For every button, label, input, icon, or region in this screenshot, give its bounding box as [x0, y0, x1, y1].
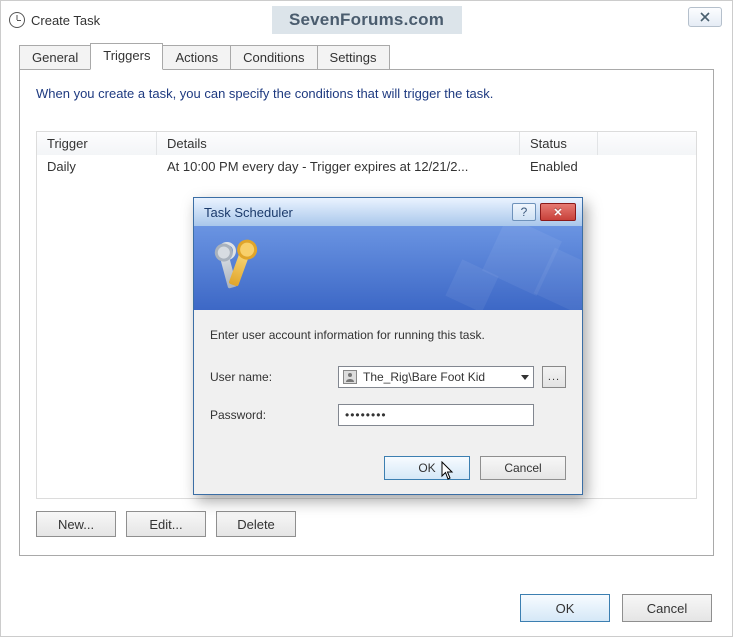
tab-actions[interactable]: Actions: [162, 45, 231, 70]
col-trigger[interactable]: Trigger: [37, 132, 157, 155]
mouse-cursor-icon: [441, 461, 455, 481]
dialog-title: Task Scheduler: [200, 205, 512, 220]
dialog-cancel-button[interactable]: Cancel: [480, 456, 566, 480]
footer-buttons: OK Cancel: [520, 594, 712, 622]
password-row: Password: ••••••••: [210, 404, 566, 426]
cell-trigger: Daily: [37, 155, 157, 178]
col-spacer: [598, 132, 696, 155]
password-label: Password:: [210, 408, 330, 422]
cell-status: Enabled: [520, 155, 598, 178]
col-status[interactable]: Status: [520, 132, 598, 155]
table-header: Trigger Details Status: [37, 132, 696, 155]
dialog-footer: OK Cancel: [210, 456, 566, 480]
col-details[interactable]: Details: [157, 132, 520, 155]
scheduler-icon: [9, 12, 25, 28]
banner-decoration: [402, 226, 582, 310]
cancel-button[interactable]: Cancel: [622, 594, 712, 622]
table-row[interactable]: Daily At 10:00 PM every day - Trigger ex…: [37, 155, 696, 178]
close-icon: [699, 12, 711, 22]
edit-button[interactable]: Edit...: [126, 511, 206, 537]
window-title: Create Task: [31, 13, 100, 28]
titlebar: Create Task SevenForums.com: [1, 1, 732, 39]
keys-icon: [214, 238, 264, 298]
tab-triggers[interactable]: Triggers: [90, 43, 163, 70]
tab-conditions[interactable]: Conditions: [230, 45, 317, 70]
dialog-banner: [194, 226, 582, 310]
username-combobox[interactable]: The_Rig\Bare Foot Kid: [338, 366, 534, 388]
tab-settings[interactable]: Settings: [317, 45, 390, 70]
user-icon: [343, 370, 357, 384]
dialog-help-button[interactable]: ?: [512, 203, 536, 221]
username-value: The_Rig\Bare Foot Kid: [363, 370, 485, 384]
ok-button[interactable]: OK: [520, 594, 610, 622]
cell-details: At 10:00 PM every day - Trigger expires …: [157, 155, 520, 178]
dialog-close-button[interactable]: ✕: [540, 203, 576, 221]
dialog-ok-button[interactable]: OK: [384, 456, 470, 480]
dialog-body: Enter user account information for runni…: [194, 310, 582, 494]
tabbar: General Triggers Actions Conditions Sett…: [19, 45, 714, 70]
trigger-buttons: New... Edit... Delete: [36, 511, 697, 537]
chevron-down-icon: [521, 375, 529, 380]
username-label: User name:: [210, 370, 330, 384]
tab-general[interactable]: General: [19, 45, 91, 70]
new-button[interactable]: New...: [36, 511, 116, 537]
credentials-dialog: Task Scheduler ? ✕ Enter user account in…: [193, 197, 583, 495]
password-mask: ••••••••: [345, 408, 387, 422]
password-input[interactable]: ••••••••: [338, 404, 534, 426]
dialog-message: Enter user account information for runni…: [210, 328, 566, 342]
username-row: User name: The_Rig\Bare Foot Kid ...: [210, 366, 566, 388]
close-icon: ✕: [553, 206, 562, 219]
triggers-intro-text: When you create a task, you can specify …: [36, 86, 697, 101]
watermark: SevenForums.com: [272, 6, 462, 34]
delete-button[interactable]: Delete: [216, 511, 296, 537]
dialog-titlebar: Task Scheduler ? ✕: [194, 198, 582, 226]
help-icon: ?: [521, 205, 528, 219]
window-close-button[interactable]: [688, 7, 722, 27]
create-task-window: Create Task SevenForums.com General Trig…: [0, 0, 733, 637]
browse-button[interactable]: ...: [542, 366, 566, 388]
